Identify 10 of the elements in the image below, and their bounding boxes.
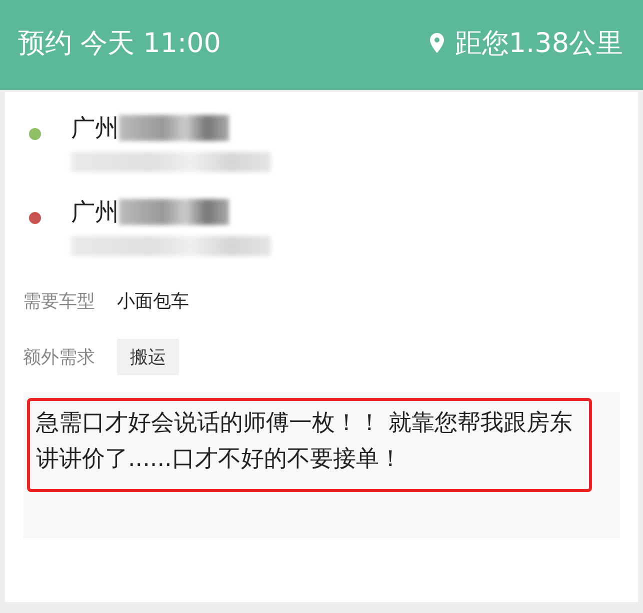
booking-time: 预约 今天 11:00 [18, 27, 221, 61]
distance-text: 距您1.38公里 [454, 27, 623, 61]
note-text: 急需口才好会说话的师傅一枚！！ 就靠您帮我跟房东讲讲价了......口才不好的不要接单！ [27, 398, 592, 492]
service-tag: 搬运 [117, 339, 179, 375]
address-text: 广州 [71, 113, 119, 144]
field-label: 额外需求 [23, 346, 95, 369]
field-value: 小面包车 [117, 290, 189, 313]
address-text: 广州 [71, 197, 119, 228]
location-pin-icon [428, 32, 445, 54]
field-label: 需要车型 [23, 290, 95, 313]
